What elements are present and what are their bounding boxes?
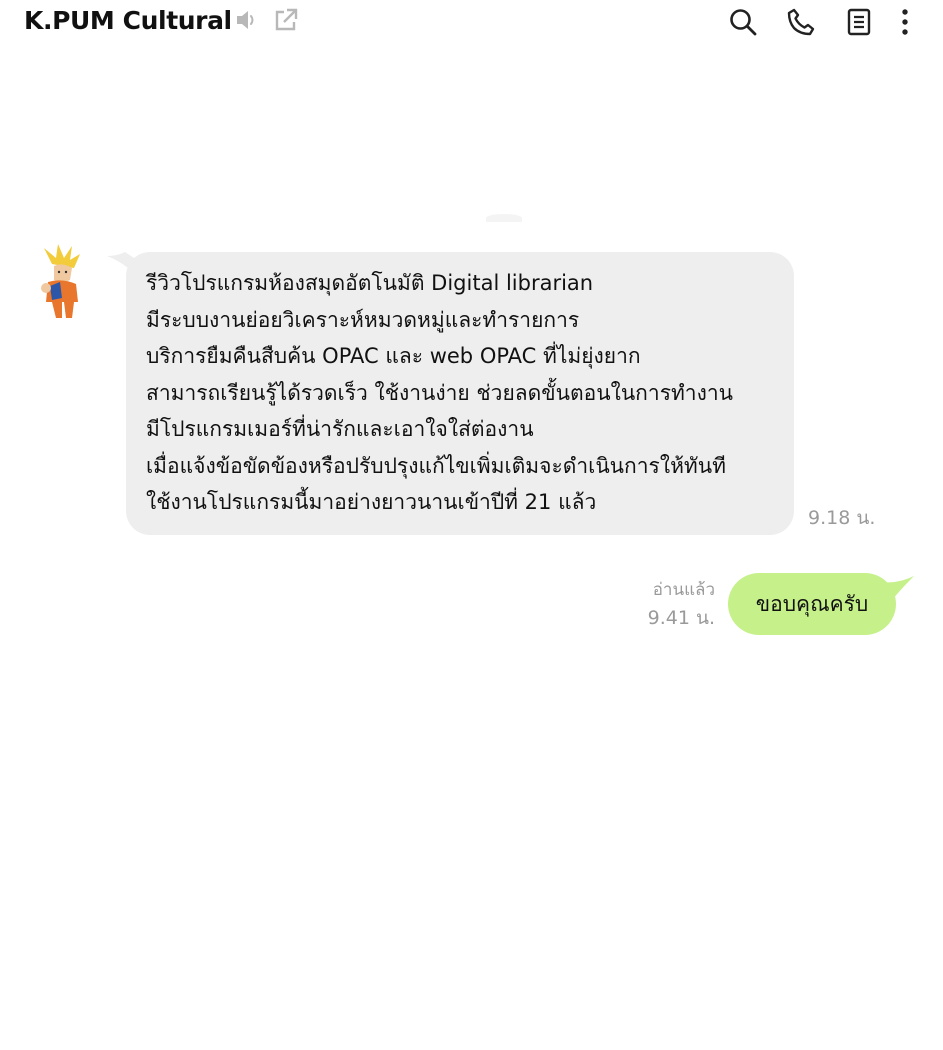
search-button[interactable] xyxy=(725,4,761,40)
more-vertical-icon xyxy=(900,7,910,37)
incoming-timestamp: 9.18 น. xyxy=(808,507,876,529)
message-line: มีระบบงานย่อยวิเคราะห์หมวดหมู่และทำรายกา… xyxy=(146,307,580,332)
read-receipt: อ่านแล้ว xyxy=(652,580,715,600)
outgoing-message-text: ขอบคุณครับ xyxy=(755,591,869,616)
message-list[interactable]: รีวิวโปรแกรมห้องสมุดอัตโนมัติ Digital li… xyxy=(0,44,943,1050)
open-external-icon[interactable] xyxy=(272,6,300,34)
notes-icon xyxy=(844,7,874,37)
title-icons xyxy=(234,6,300,34)
message-line: รีวิวโปรแกรมห้องสมุดอัตโนมัติ Digital li… xyxy=(146,271,594,295)
speaker-icon[interactable] xyxy=(234,7,260,33)
chat-title: K.PUM Cultural xyxy=(24,6,232,35)
header-actions xyxy=(703,4,919,40)
message-line: ใช้งานโปรแกรมนี้มาอย่างยาวนานเข้าปีที่ 2… xyxy=(146,490,597,514)
message-line: เมื่อแจ้งข้อขัดข้องหรือปรับปรุงแก้ไขเพิ่… xyxy=(146,453,726,478)
message-line: สามารถเรียนรู้ได้รวดเร็ว ใช้งานง่าย ช่วย… xyxy=(146,380,734,405)
outgoing-message-bubble[interactable]: ขอบคุณครับ xyxy=(728,573,896,635)
chat-header: K.PUM Cultural xyxy=(0,0,943,44)
outgoing-meta: อ่านแล้ว 9.41 น. xyxy=(648,577,715,633)
avatar[interactable] xyxy=(34,242,90,320)
message-line: บริการยืมคืนสืบค้น OPAC และ web OPAC ที่… xyxy=(146,344,641,368)
incoming-message-bubble[interactable]: รีวิวโปรแกรมห้องสมุดอัตโนมัติ Digital li… xyxy=(126,252,794,535)
outgoing-timestamp: 9.41 น. xyxy=(647,607,715,629)
avatar-icon xyxy=(41,244,80,318)
more-menu-button[interactable] xyxy=(891,4,919,40)
message-line: มีโปรแกรมเมอร์ที่น่ารักและเอาใจใส่ต่องาน xyxy=(146,417,534,441)
search-icon xyxy=(728,7,758,37)
divider-mark xyxy=(486,214,522,222)
phone-icon xyxy=(786,7,816,37)
call-button[interactable] xyxy=(783,4,819,40)
notes-button[interactable] xyxy=(841,4,877,40)
